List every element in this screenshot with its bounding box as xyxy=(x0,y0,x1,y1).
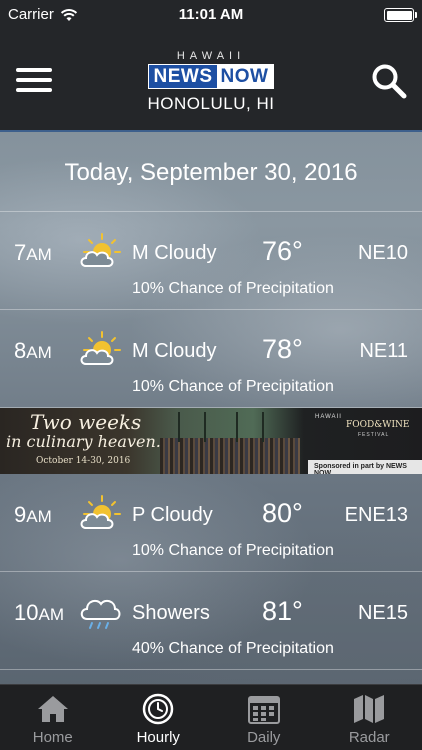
search-icon[interactable] xyxy=(370,62,408,100)
calendar-icon xyxy=(247,696,280,724)
hour-condition: P Cloudy xyxy=(132,504,213,526)
hourly-row[interactable]: 10AM Showers 81° NE15 40% Chance of Prec… xyxy=(0,572,422,670)
tab-daily[interactable]: Daily xyxy=(211,685,317,750)
logo-box: NEWS NOW xyxy=(147,64,275,89)
tab-bar: Home Hourly Daily Radar xyxy=(0,684,422,750)
battery-tip xyxy=(414,12,417,18)
ad-sponsor: Sponsored in part by NEWS NOW xyxy=(308,460,422,474)
tab-home[interactable]: Home xyxy=(0,685,106,750)
date-heading: Today, September 30, 2016 xyxy=(0,134,422,212)
ad-crowd-image xyxy=(160,438,300,474)
ad-brand-name: FOOD&WINE xyxy=(346,420,410,430)
app-header: HAWAII NEWS NOW HONOLULU, HI xyxy=(0,30,422,132)
ad-palm xyxy=(204,412,206,442)
logo-top-text: HAWAII xyxy=(176,50,246,62)
partly-cloudy-sun-icon xyxy=(80,495,121,529)
hour-precipitation: 40% Chance of Precipitation xyxy=(132,640,334,657)
station-logo: HAWAII NEWS NOW HONOLULU, HI xyxy=(0,50,422,114)
map-icon xyxy=(354,695,385,723)
showers-cloud-icon xyxy=(80,599,121,629)
hourly-row[interactable]: 7AM M Cloudy 76° NE10 10% Chance of Prec… xyxy=(0,212,422,310)
ad-brand-sub: FESTIVAL xyxy=(358,432,390,438)
status-bar: Carrier 11:01 AM xyxy=(0,0,422,30)
logo-now: NOW xyxy=(216,65,274,88)
partly-cloudy-sun-icon xyxy=(80,331,121,365)
hour-condition: M Cloudy xyxy=(132,242,217,264)
hourly-row[interactable]: 8AM M Cloudy 78° NE11 10% Chance of Prec… xyxy=(0,310,422,408)
hour-wind: NE11 xyxy=(359,340,408,362)
hour-time: 7AM xyxy=(14,240,52,265)
hour-temperature: 80° xyxy=(262,498,303,528)
battery-fill xyxy=(386,10,412,20)
ad-brand-top: HAWAII xyxy=(315,414,342,420)
hour-wind: ENE13 xyxy=(344,504,408,526)
hour-temperature: 78° xyxy=(262,334,303,364)
hour-temperature: 81° xyxy=(262,596,303,626)
tab-label: Radar xyxy=(348,729,390,746)
logo-news: NEWS xyxy=(148,65,217,88)
ad-banner[interactable]: Two weeks in culinary heaven. October 14… xyxy=(0,408,422,474)
hour-temperature: 76° xyxy=(262,236,303,266)
hour-wind: NE10 xyxy=(357,242,408,264)
ad-palm xyxy=(262,412,264,442)
ad-palm xyxy=(178,412,180,442)
tab-label: Home xyxy=(32,729,73,746)
ad-dates: October 14-30, 2016 xyxy=(36,456,131,466)
tab-label: Hourly xyxy=(136,729,180,746)
hour-time: 9AM xyxy=(14,502,52,527)
ad-headline: Two weeks xyxy=(30,410,142,434)
tab-hourly[interactable]: Hourly xyxy=(106,685,212,750)
hour-condition: M Cloudy xyxy=(132,340,217,362)
hour-precipitation: 10% Chance of Precipitation xyxy=(132,378,334,395)
hour-time: 8AM xyxy=(14,338,52,363)
partly-cloudy-sun-icon xyxy=(80,233,121,267)
hour-time: 10AM xyxy=(14,600,64,625)
home-icon xyxy=(37,696,68,722)
ad-subheadline: in culinary heaven. xyxy=(6,432,161,451)
hour-precipitation: 10% Chance of Precipitation xyxy=(132,280,334,297)
hourly-row[interactable]: 9AM P Cloudy 80° ENE13 10% Chance of Pre… xyxy=(0,474,422,572)
tab-radar[interactable]: Radar xyxy=(317,685,422,750)
hour-wind: NE15 xyxy=(357,602,408,624)
hour-precipitation: 10% Chance of Precipitation xyxy=(132,542,334,559)
battery-icon xyxy=(384,8,417,22)
clock-icon xyxy=(143,693,174,725)
hour-condition: Showers xyxy=(132,602,210,624)
ad-palm xyxy=(236,412,238,442)
tab-label: Daily xyxy=(247,729,281,746)
status-time: 11:01 AM xyxy=(178,6,244,23)
location-label: HONOLULU, HI xyxy=(147,94,275,113)
